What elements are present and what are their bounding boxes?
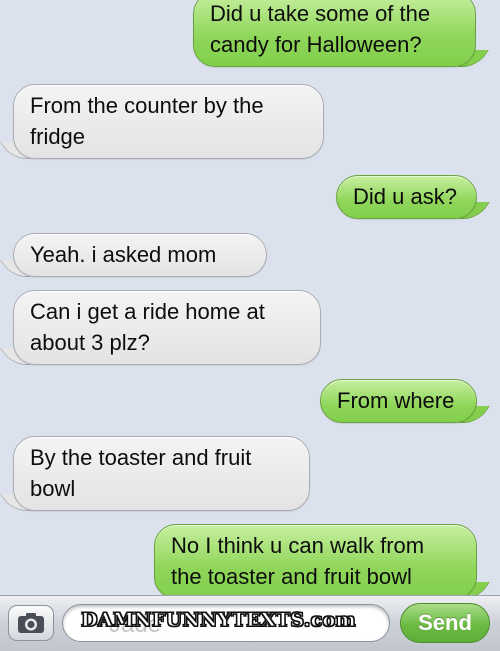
message-input-bar: Jade DAMNFUNNYTEXTS.com Send <box>0 595 500 651</box>
watermark-logo: DAMNFUNNYTEXTS.com <box>81 609 357 632</box>
message-input[interactable]: Jade DAMNFUNNYTEXTS.com <box>62 604 390 642</box>
message-text: From where <box>337 388 455 413</box>
message-text: Did u take some of the candy for Hallowe… <box>210 1 431 57</box>
message-text: No I think u can walk from the toaster a… <box>171 533 425 589</box>
message-bubble-incoming: Can i get a ride home at about 3 plz? <box>13 290 321 365</box>
message-bubble-outgoing: Did u ask? <box>336 175 477 219</box>
message-bubble-incoming: By the toaster and fruit bowl <box>13 436 310 511</box>
send-button[interactable]: Send <box>400 603 490 643</box>
message-bubble-outgoing: No I think u can walk from the toaster a… <box>154 524 477 595</box>
message-bubble-outgoing: From where <box>320 379 477 423</box>
camera-button[interactable] <box>8 605 54 641</box>
message-bubble-incoming: From the counter by the fridge <box>13 84 324 159</box>
camera-icon <box>18 613 44 633</box>
message-text: Can i get a ride home at about 3 plz? <box>30 299 265 355</box>
message-text: Did u ask? <box>353 184 457 209</box>
message-thread: Did u take some of the candy for Hallowe… <box>0 0 500 595</box>
message-text: By the toaster and fruit bowl <box>30 445 252 501</box>
message-bubble-incoming: Yeah. i asked mom <box>13 233 267 277</box>
message-bubble-outgoing: Did u take some of the candy for Hallowe… <box>193 0 476 67</box>
message-text: From the counter by the fridge <box>30 93 264 149</box>
message-text: Yeah. i asked mom <box>30 242 217 267</box>
